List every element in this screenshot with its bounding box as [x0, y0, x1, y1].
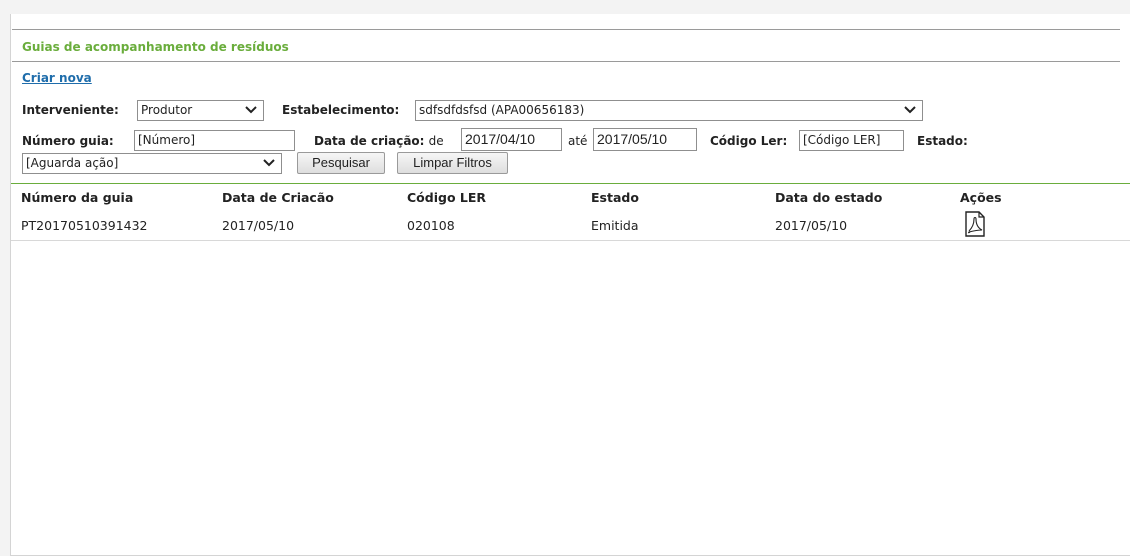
numero-guia-label: Número guia:: [22, 134, 114, 148]
interveniente-value: Produtor: [141, 103, 193, 117]
numero-guia-placeholder: [Número]: [138, 133, 196, 147]
column-header: Ações: [960, 190, 1002, 205]
estabelecimento-select[interactable]: sdfsdfdsfsd (APA00656183): [415, 100, 923, 121]
numero-guia-input[interactable]: [Número]: [134, 130, 295, 151]
content-panel: [10, 14, 1130, 556]
top-divider: [12, 29, 1120, 30]
column-header[interactable]: Código LER: [407, 190, 486, 205]
status-date: 2017/05/10: [775, 218, 848, 233]
column-header[interactable]: Data de Criacão: [222, 190, 334, 205]
column-header[interactable]: Data do estado: [775, 190, 882, 205]
data-de-input[interactable]: 2017/04/10: [461, 128, 562, 151]
chevron-down-icon: [263, 159, 275, 167]
estado-select[interactable]: [Aguarda ação]: [22, 153, 282, 174]
de-label: de: [428, 134, 444, 148]
estado-label: Estado:: [917, 134, 968, 148]
interveniente-label: Interveniente:: [22, 103, 119, 117]
table-row[interactable]: PT20170510391432 2017/05/10 020108 Emiti…: [11, 209, 1130, 241]
estabelecimento-label: Estabelecimento:: [282, 103, 400, 117]
interveniente-select[interactable]: Produtor: [137, 100, 264, 121]
creation-date: 2017/05/10: [222, 218, 295, 233]
ate-label: até: [568, 134, 588, 148]
data-criacao-text: Data de criação:: [314, 134, 425, 148]
search-button[interactable]: Pesquisar: [297, 152, 385, 174]
data-criacao-label: Data de criação: de: [314, 134, 444, 148]
data-ate-input[interactable]: 2017/05/10: [593, 128, 697, 151]
estabelecimento-value: sdfsdfdsfsd (APA00656183): [419, 103, 585, 117]
page-title: Guias de acompanhamento de resíduos: [22, 40, 289, 54]
codigo-ler-placeholder: [Código LER]: [803, 133, 881, 147]
codigo-ler-label: Código Ler:: [710, 134, 788, 148]
ler-code: 020108: [407, 218, 455, 233]
column-header[interactable]: Estado: [591, 190, 639, 205]
create-new-link[interactable]: Criar nova: [22, 71, 92, 85]
column-header[interactable]: Número da guia: [21, 190, 133, 205]
data-ate-value: 2017/05/10: [597, 131, 668, 147]
table-header: Número da guia Data de Criacão Código LE…: [11, 183, 1130, 210]
guia-number: PT20170510391432: [21, 218, 148, 233]
status: Emitida: [591, 218, 639, 233]
clear-filters-button[interactable]: Limpar Filtros: [397, 152, 508, 174]
chevron-down-icon: [904, 106, 916, 114]
codigo-ler-input[interactable]: [Código LER]: [799, 130, 904, 151]
title-divider: [12, 61, 1120, 62]
estado-value: [Aguarda ação]: [26, 156, 119, 170]
pdf-icon[interactable]: [964, 211, 986, 237]
chevron-down-icon: [245, 106, 257, 114]
data-de-value: 2017/04/10: [465, 131, 536, 147]
